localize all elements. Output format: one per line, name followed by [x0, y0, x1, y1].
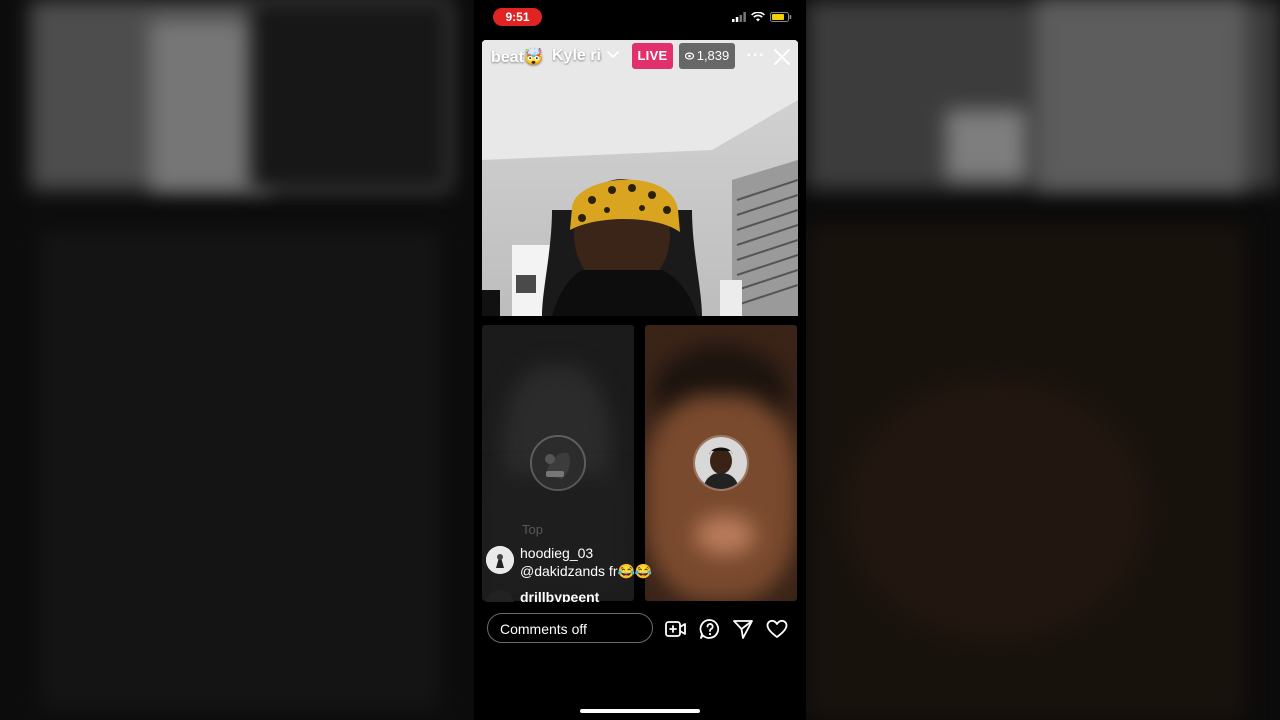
- signal-icon: [732, 12, 746, 22]
- comment-username[interactable]: hoodieg_03: [520, 545, 593, 561]
- blurred-background-left: [0, 0, 474, 720]
- host-video-frame: [482, 40, 798, 316]
- live-badge: LIVE: [632, 43, 673, 69]
- send-icon[interactable]: [731, 617, 755, 641]
- heart-icon[interactable]: [765, 617, 789, 641]
- comment-username[interactable]: drillbypeent: [520, 589, 599, 602]
- guest-2-avatar[interactable]: [693, 435, 749, 491]
- add-video-icon[interactable]: [664, 617, 688, 641]
- host-video[interactable]: [482, 40, 798, 316]
- screen: 9:51 beat🤯 Kyle ri LIVE 1,839 ··· Top ho…: [0, 0, 1280, 720]
- viewer-count-badge[interactable]: 1,839: [679, 43, 735, 69]
- battery-icon: [770, 12, 792, 22]
- guest-1-avatar[interactable]: [530, 435, 586, 491]
- guest-username[interactable]: Kyle ric: [552, 47, 602, 65]
- comment-avatar[interactable]: [486, 546, 514, 574]
- comment-avatar[interactable]: [486, 590, 514, 602]
- status-bar: 9:51: [474, 0, 806, 34]
- home-indicator[interactable]: [580, 709, 700, 713]
- more-options-button[interactable]: ···: [744, 45, 768, 69]
- comment-item: drillbypeent: [486, 588, 786, 602]
- wifi-icon: [751, 12, 765, 22]
- live-header: beat🤯 Kyle ric LIVE 1,839 ···: [482, 40, 798, 74]
- comments-feed: Top hoodieg_03 @dakidzands fr😂😂 drillbyp…: [486, 518, 786, 602]
- status-time: 9:51: [493, 8, 542, 26]
- host-username[interactable]: beat🤯: [491, 47, 544, 67]
- phone-screen: 9:51 beat🤯 Kyle ri LIVE 1,839 ··· Top ho…: [474, 0, 806, 720]
- eye-icon: [684, 52, 694, 60]
- comment-text: @dakidzands fr😂😂: [520, 563, 653, 579]
- blurred-background-right: [806, 0, 1280, 720]
- status-icons: [732, 12, 792, 22]
- close-icon[interactable]: [770, 45, 794, 69]
- viewer-count: 1,839: [696, 48, 730, 63]
- faded-comment: Top: [522, 522, 543, 537]
- comment-item: hoodieg_03 @dakidzands fr😂😂: [486, 544, 786, 584]
- chevron-down-icon[interactable]: [606, 50, 620, 60]
- comment-input[interactable]: Comments off: [487, 613, 653, 643]
- question-icon[interactable]: [698, 617, 722, 641]
- bottom-bar: Comments off: [474, 610, 806, 650]
